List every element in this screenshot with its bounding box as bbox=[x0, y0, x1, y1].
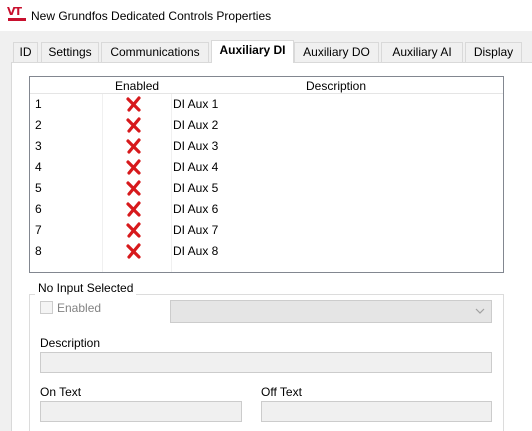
chevron-down-icon bbox=[475, 308, 485, 314]
row-description: DI Aux 2 bbox=[173, 118, 219, 132]
table-row[interactable]: 5 DI Aux 5 bbox=[30, 178, 503, 199]
row-number: 2 bbox=[35, 118, 42, 132]
enabled-label: Enabled bbox=[57, 301, 102, 315]
window-title: New Grundfos Dedicated Controls Properti… bbox=[31, 9, 272, 23]
off-text-field[interactable] bbox=[261, 401, 492, 422]
red-x-icon bbox=[126, 243, 141, 259]
tab-auxiliary-ai[interactable]: Auxiliary AI bbox=[381, 42, 463, 62]
red-x-icon bbox=[126, 222, 141, 238]
vt-logo-icon: VT bbox=[7, 6, 27, 24]
title-bar: VT New Grundfos Dedicated Controls Prope… bbox=[0, 0, 532, 31]
description-label: Description bbox=[40, 336, 101, 350]
aux-di-grid[interactable]: Enabled Description 1 DI Aux 1 2 DI Aux 2 3 D… bbox=[29, 76, 504, 273]
tab-auxiliary-do[interactable]: Auxiliary DO bbox=[294, 42, 379, 62]
row-description: DI Aux 6 bbox=[173, 202, 219, 216]
on-text-field[interactable] bbox=[40, 401, 242, 422]
red-x-icon bbox=[126, 138, 141, 154]
row-description: DI Aux 3 bbox=[173, 139, 219, 153]
tab-id[interactable]: ID bbox=[13, 42, 38, 62]
row-description: DI Aux 5 bbox=[173, 181, 219, 195]
row-number: 1 bbox=[35, 97, 42, 111]
tab-communications[interactable]: Communications bbox=[101, 42, 209, 62]
row-number: 3 bbox=[35, 139, 42, 153]
tab-display[interactable]: Display bbox=[465, 42, 522, 62]
red-x-icon bbox=[126, 180, 141, 196]
red-x-icon bbox=[126, 117, 141, 133]
red-x-icon bbox=[126, 159, 141, 175]
table-row[interactable]: 1 DI Aux 1 bbox=[30, 94, 503, 115]
tab-auxiliary-di[interactable]: Auxiliary DI bbox=[211, 40, 294, 63]
enabled-checkbox[interactable] bbox=[40, 301, 53, 314]
row-number: 6 bbox=[35, 202, 42, 216]
row-description: DI Aux 4 bbox=[173, 160, 219, 174]
logo-text: VT bbox=[7, 5, 22, 18]
row-description: DI Aux 1 bbox=[173, 97, 219, 111]
input-select-dropdown[interactable] bbox=[170, 300, 492, 323]
row-number: 5 bbox=[35, 181, 42, 195]
table-row[interactable]: 8 DI Aux 8 bbox=[30, 241, 503, 262]
group-title: No Input Selected bbox=[35, 281, 137, 295]
on-text-label: On Text bbox=[40, 385, 82, 399]
tab-settings[interactable]: Settings bbox=[41, 42, 99, 62]
grid-header: Enabled Description bbox=[30, 77, 503, 94]
table-row[interactable]: 6 DI Aux 6 bbox=[30, 199, 503, 220]
row-description: DI Aux 7 bbox=[173, 223, 219, 237]
table-row[interactable]: 7 DI Aux 7 bbox=[30, 220, 503, 241]
row-description: DI Aux 8 bbox=[173, 244, 219, 258]
table-row[interactable]: 4 DI Aux 4 bbox=[30, 157, 503, 178]
header-description[interactable]: Description bbox=[306, 79, 366, 93]
table-row[interactable]: 2 DI Aux 2 bbox=[30, 115, 503, 136]
row-number: 7 bbox=[35, 223, 42, 237]
row-number: 8 bbox=[35, 244, 42, 258]
description-field[interactable] bbox=[40, 352, 492, 373]
row-number: 4 bbox=[35, 160, 42, 174]
table-row[interactable]: 3 DI Aux 3 bbox=[30, 136, 503, 157]
header-enabled[interactable]: Enabled bbox=[115, 79, 159, 93]
off-text-label: Off Text bbox=[261, 385, 302, 399]
tab-strip: ID Settings Communications Auxiliary DI … bbox=[0, 40, 532, 63]
red-x-icon bbox=[126, 201, 141, 217]
red-x-icon bbox=[126, 96, 141, 112]
